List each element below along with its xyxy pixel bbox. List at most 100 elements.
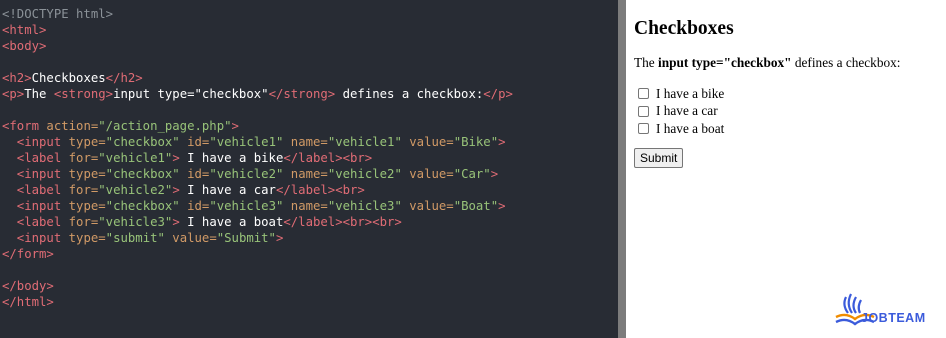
code-token: > <box>275 231 284 245</box>
code-token: > <box>172 215 180 229</box>
code-token: </label><br> <box>283 151 373 165</box>
code-token: "vehicle1" <box>209 135 284 149</box>
code-line[interactable]: <form action="/action_page.php"> <box>2 118 618 134</box>
checkbox-form: I have a bike I have a car I have a boat… <box>634 85 946 168</box>
code-token: </label><br> <box>275 183 365 197</box>
code-line[interactable] <box>2 54 618 70</box>
code-token: > <box>498 199 506 213</box>
code-line[interactable]: <input type="checkbox" id="vehicle3" nam… <box>2 198 618 214</box>
preview-pane: Checkboxes The input type="checkbox" def… <box>626 0 946 338</box>
code-token: </strong> <box>268 87 336 101</box>
code-token: type= <box>68 199 106 213</box>
code-token: "vehicle1" <box>98 151 173 165</box>
code-token: "checkbox" <box>105 167 180 181</box>
code-token: </form> <box>2 247 54 261</box>
code-token: <label <box>2 215 69 229</box>
code-token: id= <box>179 135 210 149</box>
code-token: <!DOCTYPE html> <box>2 7 114 21</box>
code-token: type= <box>68 135 106 149</box>
code-token: "vehicle2" <box>209 167 284 181</box>
checkbox-car[interactable] <box>638 105 649 117</box>
checkbox-label-boat[interactable]: I have a boat <box>656 121 724 137</box>
code-token: value= <box>401 199 454 213</box>
code-line[interactable]: <input type="checkbox" id="vehicle2" nam… <box>2 166 618 182</box>
para-text-after: defines a checkbox: <box>791 55 901 70</box>
code-line[interactable]: <input type="checkbox" id="vehicle1" nam… <box>2 134 618 150</box>
code-line[interactable]: <!DOCTYPE html> <box>2 6 618 22</box>
code-token: <input <box>2 135 69 149</box>
code-token: <input <box>2 167 69 181</box>
checkbox-row-boat[interactable]: I have a boat <box>634 120 946 138</box>
code-token: "checkbox" <box>105 135 180 149</box>
submit-button[interactable]: Submit <box>634 147 684 168</box>
code-editor[interactable]: <!DOCTYPE html> <html> <body> <h2>Checkboxe… <box>0 0 618 338</box>
code-token: </p> <box>483 87 513 101</box>
checkbox-boat[interactable] <box>638 123 649 135</box>
code-line[interactable] <box>2 262 618 278</box>
logo-text-team: TEAM <box>888 311 926 325</box>
code-token: > <box>498 135 506 149</box>
code-token: "vehicle1" <box>327 135 402 149</box>
code-line[interactable]: </html> <box>2 294 618 310</box>
code-token: <label <box>2 183 69 197</box>
code-token: "Boat" <box>453 199 499 213</box>
code-token: "vehicle3" <box>209 199 284 213</box>
code-token: > <box>231 119 239 133</box>
code-token: for= <box>68 215 99 229</box>
code-line[interactable]: <input type="submit" value="Submit"> <box>2 230 618 246</box>
code-token: name= <box>283 167 328 181</box>
code-token: <form <box>2 119 47 133</box>
code-line[interactable] <box>2 102 618 118</box>
code-token: </label><br><br> <box>283 215 402 229</box>
code-token: <h2> <box>2 71 32 85</box>
code-token: "checkbox" <box>105 199 180 213</box>
code-token: type= <box>68 167 106 181</box>
code-token: "vehicle2" <box>327 167 402 181</box>
pane-splitter[interactable] <box>618 0 626 338</box>
code-token: <label <box>2 151 69 165</box>
checkbox-label-car[interactable]: I have a car <box>656 103 718 119</box>
code-token: "submit" <box>105 231 165 245</box>
para-text-before: The <box>634 55 658 70</box>
logo-text-job: JOB <box>861 311 889 325</box>
code-token: name= <box>283 135 328 149</box>
code-line[interactable]: </body> <box>2 278 618 294</box>
code-token: type= <box>68 231 106 245</box>
code-token: "Car" <box>453 167 491 181</box>
code-line[interactable]: <p>The <strong>input type="checkbox"</st… <box>2 86 618 102</box>
code-token: The <box>24 87 54 101</box>
code-token: <body> <box>2 39 47 53</box>
code-token: <strong> <box>53 87 114 101</box>
code-token: <p> <box>2 87 25 101</box>
code-token: value= <box>401 135 454 149</box>
code-token: </body> <box>2 279 54 293</box>
code-token: "vehicle2" <box>98 183 173 197</box>
checkbox-label-bike[interactable]: I have a bike <box>656 86 724 102</box>
code-token: <input <box>2 231 69 245</box>
code-token: > <box>172 183 180 197</box>
checkbox-row-bike[interactable]: I have a bike <box>634 85 946 103</box>
code-token: value= <box>401 167 454 181</box>
code-token: "/action_page.php" <box>98 119 232 133</box>
code-line[interactable]: <html> <box>2 22 618 38</box>
jobteam-logo-text: JOBTEAM <box>861 311 926 325</box>
code-token: id= <box>179 167 210 181</box>
code-token: id= <box>179 199 210 213</box>
code-token: I have a boat <box>179 215 284 229</box>
code-token: "Submit" <box>216 231 276 245</box>
code-token: input type="checkbox" <box>113 87 269 101</box>
code-token: > <box>490 167 499 181</box>
code-token: for= <box>68 151 99 165</box>
code-line[interactable]: <label for="vehicle2"> I have a car</lab… <box>2 182 618 198</box>
code-token: "vehicle3" <box>327 199 402 213</box>
code-line[interactable]: <body> <box>2 38 618 54</box>
code-token: <html> <box>2 23 47 37</box>
code-line[interactable]: </form> <box>2 246 618 262</box>
code-token: </html> <box>2 295 54 309</box>
code-token: name= <box>283 199 328 213</box>
code-line[interactable]: <label for="vehicle3"> I have a boat</la… <box>2 214 618 230</box>
checkbox-row-car[interactable]: I have a car <box>634 103 946 121</box>
code-line[interactable]: <h2>Checkboxes</h2> <box>2 70 618 86</box>
checkbox-bike[interactable] <box>638 88 649 100</box>
code-line[interactable]: <label for="vehicle1"> I have a bike</la… <box>2 150 618 166</box>
